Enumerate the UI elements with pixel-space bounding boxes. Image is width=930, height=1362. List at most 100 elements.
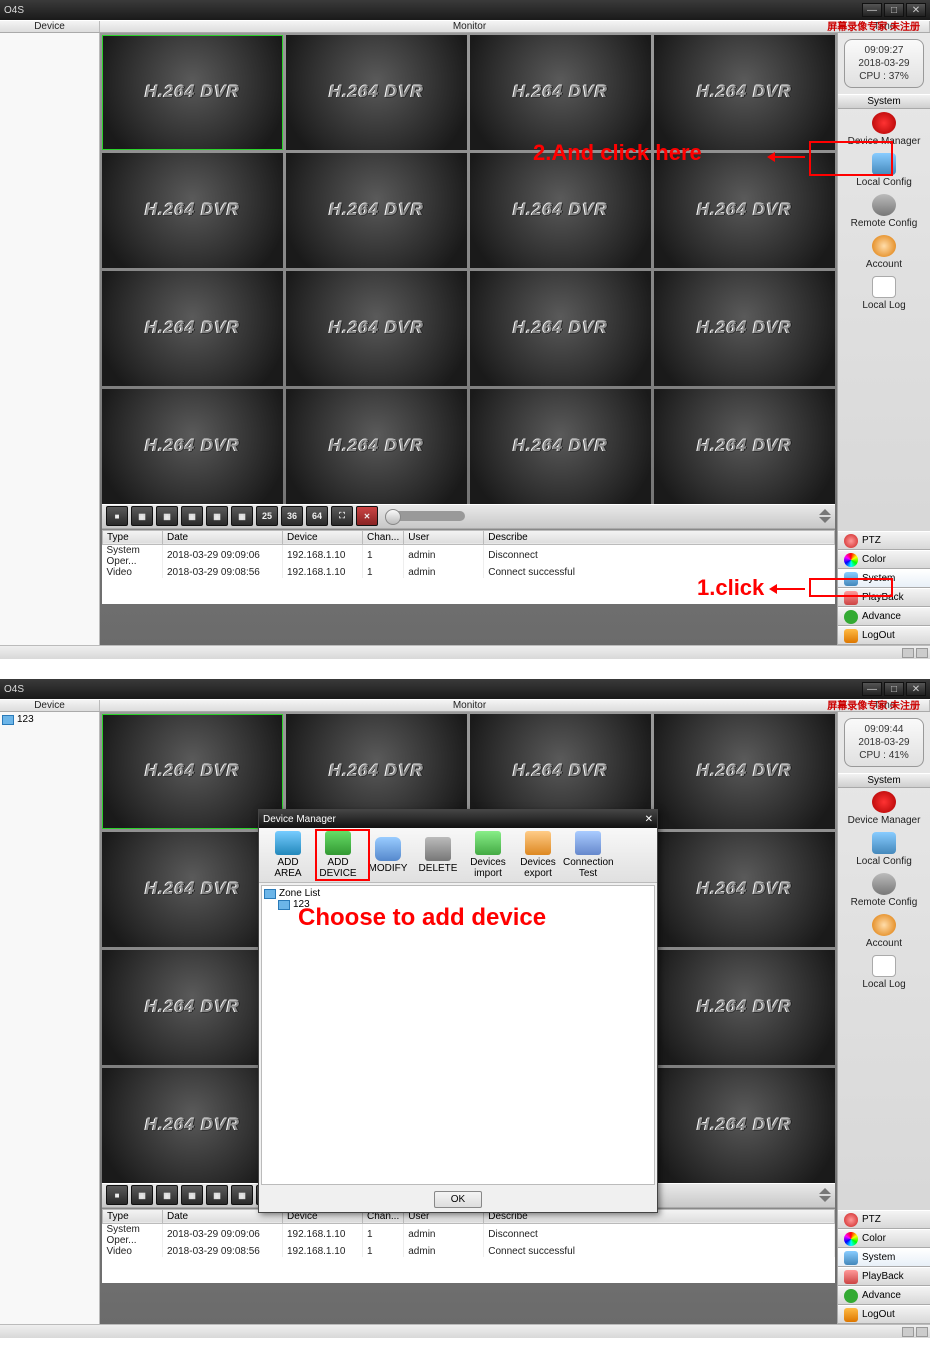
playback-button[interactable]: PlayBack [838,1267,930,1286]
zone-list-root[interactable]: Zone List [264,888,652,899]
log-col-device[interactable]: Device [283,530,363,544]
layout-8-button[interactable]: ▦ [181,506,203,526]
camera-cell[interactable]: H.264 DVR [102,950,283,1065]
layout-4-button[interactable]: ▦ [131,1185,153,1205]
dialog-close-button[interactable]: ✕ [645,814,653,825]
ptz-button[interactable]: PTZ [838,531,930,550]
layout-16-button[interactable]: ▦ [231,1185,253,1205]
layout-6-button[interactable]: ▦ [156,1185,178,1205]
camera-cell[interactable]: H.264 DVR [654,271,835,386]
layout-1-button[interactable]: ■ [106,506,128,526]
log-row[interactable]: System Oper... 2018-03-29 09:09:06 192.1… [103,544,835,567]
local-config-item[interactable]: Local Config [838,829,930,870]
layout-9-button[interactable]: ▦ [206,1185,228,1205]
system-button[interactable]: System [838,1248,930,1267]
log-col-desc[interactable]: Describe [484,530,835,544]
layout-8-button[interactable]: ▦ [181,1185,203,1205]
device-manager-item[interactable]: Device Manager [838,109,930,150]
local-log-item[interactable]: Local Log [838,273,930,314]
log-col-user[interactable]: User [404,530,484,544]
minimize-button[interactable]: — [862,3,882,17]
camera-cell[interactable]: H.264 DVR [102,389,283,504]
log-col-date[interactable]: Date [163,530,283,544]
devices-export-button[interactable]: Devices export [513,831,563,879]
layout-16-button[interactable]: ▦ [231,506,253,526]
layout-4-button[interactable]: ▦ [131,506,153,526]
playback-button[interactable]: PlayBack [838,588,930,607]
camera-cell[interactable]: H.264 DVR [654,153,835,268]
camera-cell[interactable]: H.264 DVR [102,153,283,268]
camera-cell[interactable]: H.264 DVR [286,35,467,150]
remote-config-item[interactable]: Remote Config [838,870,930,911]
camera-cell[interactable]: H.264 DVR [102,832,283,947]
camera-cell[interactable]: H.264 DVR [470,271,651,386]
camera-cell[interactable]: H.264 DVR [102,1068,283,1183]
document-icon [872,276,896,298]
ok-button[interactable]: OK [434,1191,482,1208]
color-button[interactable]: Color [838,1229,930,1248]
layout-25-button[interactable]: 25 [256,506,278,526]
minimize-button[interactable]: — [862,682,882,696]
layout-9-button[interactable]: ▦ [206,506,228,526]
advance-button[interactable]: Advance [838,1286,930,1305]
log-collapse-up[interactable] [819,509,831,515]
local-log-item[interactable]: Local Log [838,952,930,993]
delete-button[interactable]: DELETE [413,837,463,874]
remote-config-item[interactable]: Remote Config [838,191,930,232]
log-col-chan[interactable]: Chan... [363,530,404,544]
account-item[interactable]: Account [838,911,930,952]
logout-button[interactable]: LogOut [838,626,930,645]
camera-cell-1[interactable]: H.264 DVR [102,714,283,829]
logout-button[interactable]: LogOut [838,1305,930,1324]
log-row[interactable]: Video2018-03-29 09:08:56192.168.1.101adm… [103,1246,835,1257]
close-button[interactable]: ✕ [906,682,926,696]
camera-cell[interactable]: H.264 DVR [654,832,835,947]
add-area-button[interactable]: ADD AREA [263,831,313,879]
camera-cell[interactable]: H.264 DVR [102,271,283,386]
devices-import-button[interactable]: Devices import [463,831,513,879]
disconnect-all-button[interactable]: ✕ [356,506,378,526]
fullscreen-button[interactable]: ⛶ [331,506,353,526]
layout-64-button[interactable]: 64 [306,506,328,526]
camera-cell[interactable]: H.264 DVR [470,389,651,504]
volume-slider[interactable] [385,511,465,521]
log-collapse-down[interactable] [819,1196,831,1202]
account-item[interactable]: Account [838,232,930,273]
camera-cell[interactable]: H.264 DVR [654,389,835,504]
camera-cell[interactable]: H.264 DVR [470,35,651,150]
camera-cell[interactable]: H.264 DVR [654,714,835,829]
tree-item[interactable]: 123 [2,714,97,725]
close-button[interactable]: ✕ [906,3,926,17]
add-device-button[interactable]: ADD DEVICE [313,831,363,879]
maximize-button[interactable]: □ [884,3,904,17]
system-button[interactable]: System [838,569,930,588]
camera-cell[interactable]: H.264 DVR [654,1068,835,1183]
camera-cell[interactable]: H.264 DVR [286,389,467,504]
connection-test-button[interactable]: Connection Test [563,831,613,879]
camera-cell[interactable]: H.264 DVR [654,950,835,1065]
maximize-button[interactable]: □ [884,682,904,696]
camera-cell[interactable]: H.264 DVR [654,35,835,150]
ptz-button[interactable]: PTZ [838,1210,930,1229]
camera-cell-1[interactable]: H.264 DVR [102,35,283,150]
log-col-type[interactable]: Type [103,530,163,544]
device-manager-item[interactable]: Device Manager [838,788,930,829]
camera-cell[interactable]: H.264 DVR [470,153,651,268]
modify-button[interactable]: MODIFY [363,837,413,874]
advance-button[interactable]: Advance [838,607,930,626]
dialog-titlebar[interactable]: Device Manager ✕ [259,810,657,828]
camera-cell[interactable]: H.264 DVR [286,153,467,268]
export-icon [525,831,551,855]
zone-tree-item[interactable]: 123 [264,899,652,910]
layout-1-button[interactable]: ■ [106,1185,128,1205]
camera-cell[interactable]: H.264 DVR [286,271,467,386]
color-button[interactable]: Color [838,550,930,569]
log-row[interactable]: System Oper...2018-03-29 09:09:06192.168… [103,1223,835,1246]
log-collapse-up[interactable] [819,1188,831,1194]
local-config-item[interactable]: Local Config [838,150,930,191]
log-collapse-down[interactable] [819,517,831,523]
advance-icon [844,610,858,624]
log-row[interactable]: Video 2018-03-29 09:08:56 192.168.1.10 1… [103,567,835,578]
layout-36-button[interactable]: 36 [281,506,303,526]
layout-6-button[interactable]: ▦ [156,506,178,526]
